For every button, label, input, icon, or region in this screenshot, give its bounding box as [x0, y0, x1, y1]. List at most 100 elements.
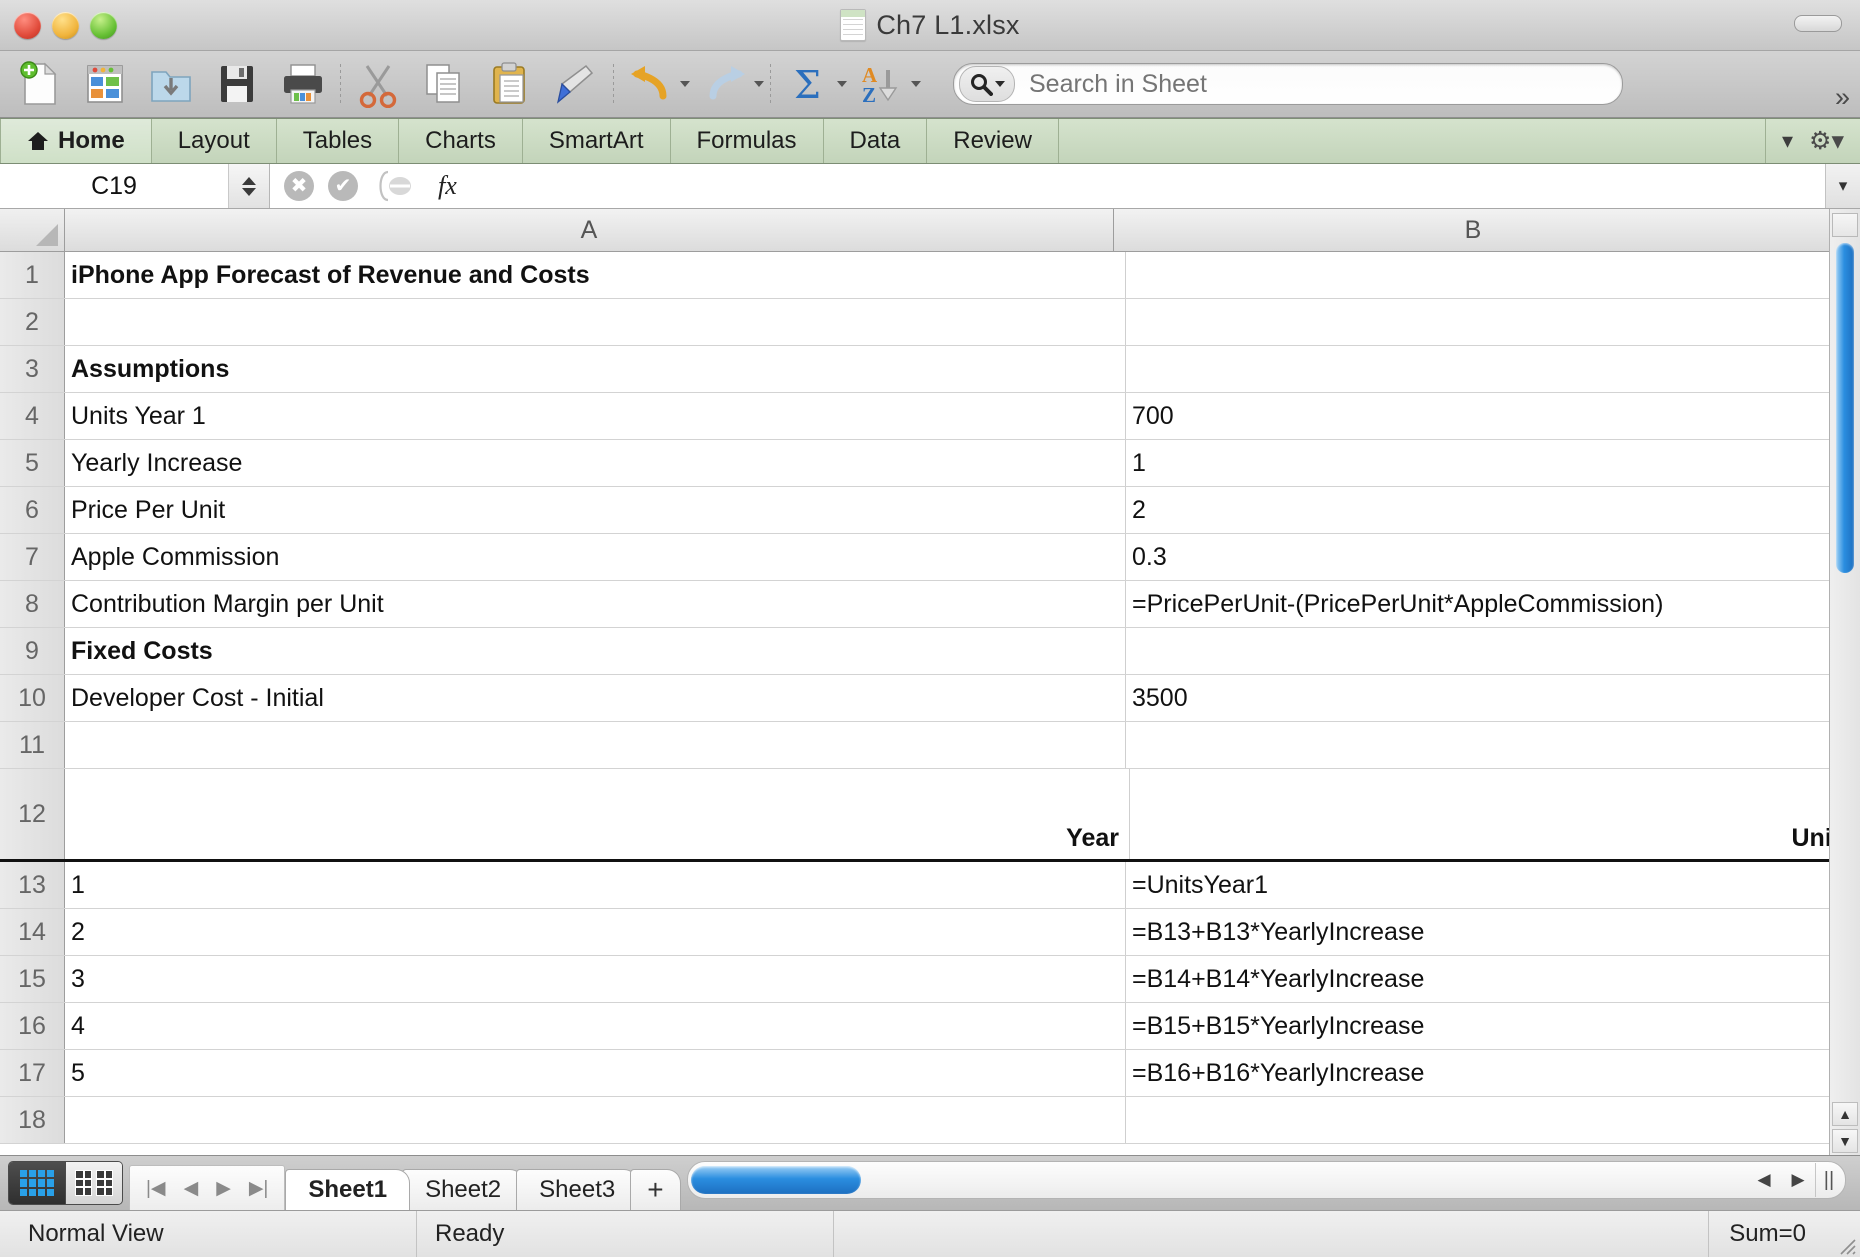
row-header-5[interactable]: 5: [0, 440, 65, 486]
cell-A2[interactable]: [65, 299, 1126, 345]
normal-view-button[interactable]: [9, 1162, 65, 1204]
stepper-down-icon[interactable]: [242, 188, 256, 196]
row-header-8[interactable]: 8: [0, 581, 65, 627]
row-header-12[interactable]: 12: [0, 769, 65, 859]
cell-A4[interactable]: Units Year 1: [65, 393, 1126, 439]
cancel-x-icon[interactable]: ✖: [284, 171, 314, 201]
row-header-14[interactable]: 14: [0, 909, 65, 955]
sheet-tab-sheet3[interactable]: Sheet3: [516, 1169, 638, 1210]
row-header-17[interactable]: 17: [0, 1050, 65, 1096]
cell-A8[interactable]: Contribution Margin per Unit: [65, 581, 1126, 627]
format-painter-icon[interactable]: [543, 56, 609, 112]
tab-layout[interactable]: Layout: [152, 119, 277, 163]
row-header-1[interactable]: 1: [0, 252, 65, 298]
column-header-a[interactable]: A: [65, 209, 1114, 251]
horizontal-scrollbar[interactable]: ◀ ▶ ||: [687, 1161, 1846, 1199]
cell-B8[interactable]: =PricePerUnit-(PricePerUnit*AppleCommiss…: [1126, 581, 1829, 627]
row-header-4[interactable]: 4: [0, 393, 65, 439]
scroll-right-arrow-icon[interactable]: ▶: [1781, 1163, 1815, 1197]
row-header-2[interactable]: 2: [0, 299, 65, 345]
tab-tables[interactable]: Tables: [277, 119, 399, 163]
cell-A1[interactable]: iPhone App Forecast of Revenue and Costs: [65, 252, 1126, 298]
cell-A17[interactable]: 5: [65, 1050, 1126, 1096]
cell-A5[interactable]: Yearly Increase: [65, 440, 1126, 486]
cell-B12[interactable]: Units: [1130, 769, 1829, 859]
horizontal-scroll-thumb[interactable]: [691, 1166, 861, 1194]
cell-A16[interactable]: 4: [65, 1003, 1126, 1049]
paste-clipboard-icon[interactable]: [477, 56, 543, 112]
chevron-down-icon[interactable]: ▾: [1782, 128, 1793, 154]
stepper-up-icon[interactable]: [242, 177, 256, 185]
formula-input[interactable]: [477, 164, 1825, 208]
vertical-scroll-thumb[interactable]: [1836, 243, 1854, 573]
row-header-13[interactable]: 13: [0, 862, 65, 908]
cell-A11[interactable]: [65, 722, 1126, 768]
minimize-button[interactable]: [52, 12, 79, 39]
copy-icon[interactable]: [411, 56, 477, 112]
cell-B15[interactable]: =B14+B14*YearlyIncrease: [1126, 956, 1829, 1002]
cell-B6[interactable]: 2: [1126, 487, 1829, 533]
cell-B3[interactable]: [1126, 346, 1829, 392]
close-button[interactable]: [14, 12, 41, 39]
cell-A6[interactable]: Price Per Unit: [65, 487, 1126, 533]
cell-B16[interactable]: =B15+B15*YearlyIncrease: [1126, 1003, 1829, 1049]
row-header-16[interactable]: 16: [0, 1003, 65, 1049]
search-input[interactable]: [1015, 69, 1618, 100]
tab-smartart[interactable]: SmartArt: [523, 119, 671, 163]
tab-review[interactable]: Review: [927, 119, 1059, 163]
formula-bar-expand-button[interactable]: ▾: [1825, 164, 1860, 208]
save-icon[interactable]: [204, 56, 270, 112]
toolbar-overflow-button[interactable]: »: [1835, 82, 1850, 113]
prev-sheet-icon[interactable]: ◀: [184, 1177, 199, 1200]
row-header-9[interactable]: 9: [0, 628, 65, 674]
row-header-18[interactable]: 18: [0, 1097, 65, 1143]
cell-A10[interactable]: Developer Cost - Initial: [65, 675, 1126, 721]
scroll-split-handle[interactable]: [1832, 213, 1858, 237]
next-sheet-icon[interactable]: ▶: [216, 1177, 231, 1200]
resize-grip-icon[interactable]: [1826, 1209, 1860, 1259]
sheet-nav-arrows[interactable]: |◀ ◀ ▶ ▶|: [129, 1165, 285, 1210]
tab-data[interactable]: Data: [824, 119, 928, 163]
name-box[interactable]: C19: [0, 164, 229, 208]
page-layout-view-button[interactable]: [65, 1162, 122, 1204]
tab-home[interactable]: Home: [0, 119, 152, 163]
scroll-down-arrow-icon[interactable]: ▼: [1832, 1129, 1858, 1153]
tab-formulas[interactable]: Formulas: [671, 119, 824, 163]
column-header-b[interactable]: B: [1114, 209, 1829, 251]
new-document-icon[interactable]: [6, 56, 72, 112]
open-folder-icon[interactable]: [138, 56, 204, 112]
sheet-tab-sheet1[interactable]: Sheet1: [285, 1169, 410, 1210]
undo-dropdown-caret-icon[interactable]: [680, 81, 690, 87]
confirm-check-icon[interactable]: ✔: [328, 171, 358, 201]
cell-B14[interactable]: =B13+B13*YearlyIncrease: [1126, 909, 1829, 955]
cell-B9[interactable]: [1126, 628, 1829, 674]
cell-A9[interactable]: Fixed Costs: [65, 628, 1126, 674]
name-box-stepper[interactable]: [229, 164, 270, 208]
autosum-sigma-icon[interactable]: Σ: [775, 56, 841, 112]
cell-B18[interactable]: [1126, 1097, 1829, 1143]
autosum-dropdown-caret-icon[interactable]: [837, 81, 847, 87]
new-from-template-icon[interactable]: [72, 56, 138, 112]
row-header-10[interactable]: 10: [0, 675, 65, 721]
cell-B5[interactable]: 1: [1126, 440, 1829, 486]
cell-A18[interactable]: [65, 1097, 1126, 1143]
cell-B17[interactable]: =B16+B16*YearlyIncrease: [1126, 1050, 1829, 1096]
cell-A15[interactable]: 3: [65, 956, 1126, 1002]
sheet-tab-sheet2[interactable]: Sheet2: [402, 1169, 524, 1210]
scroll-up-arrow-icon[interactable]: ▲: [1832, 1102, 1858, 1126]
select-all-corner[interactable]: [0, 209, 65, 251]
cell-B11[interactable]: [1126, 722, 1829, 768]
search-box[interactable]: [953, 63, 1623, 105]
row-header-3[interactable]: 3: [0, 346, 65, 392]
redo-icon[interactable]: [692, 56, 758, 112]
scroll-left-arrow-icon[interactable]: ◀: [1747, 1163, 1781, 1197]
zoom-button[interactable]: [90, 12, 117, 39]
row-header-15[interactable]: 15: [0, 956, 65, 1002]
cell-B1[interactable]: [1126, 252, 1829, 298]
toolbar-toggle-button[interactable]: [1794, 15, 1842, 32]
horizontal-split-handle[interactable]: ||: [1815, 1163, 1842, 1197]
print-icon[interactable]: [270, 56, 336, 112]
last-sheet-icon[interactable]: ▶|: [249, 1177, 269, 1200]
cut-scissors-icon[interactable]: [345, 56, 411, 112]
cell-A12[interactable]: Year: [65, 769, 1130, 859]
